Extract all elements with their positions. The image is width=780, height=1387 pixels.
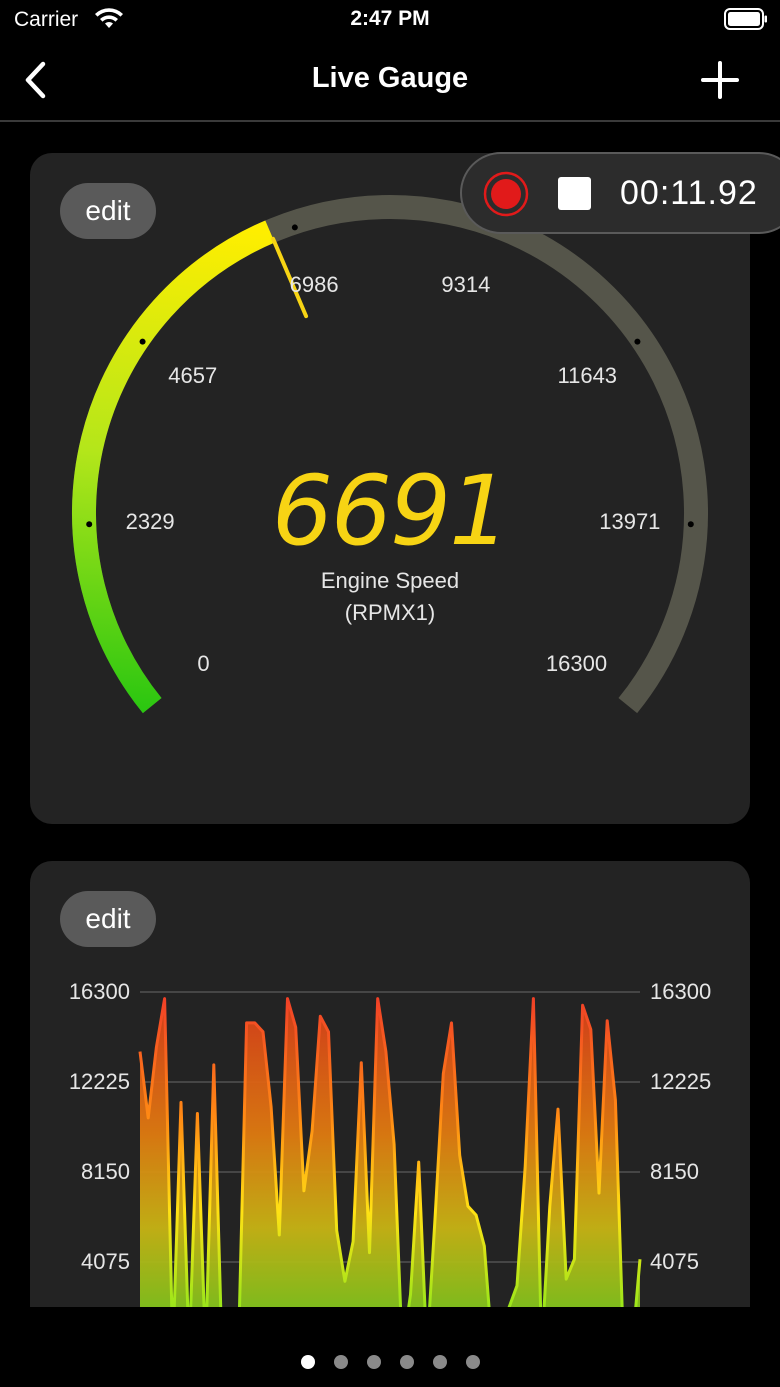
gauge-tick-label: 11643 <box>557 363 618 389</box>
recording-control: 00:11.92 <box>460 152 780 234</box>
gauge-tick-label: 4657 <box>168 363 218 389</box>
graph-card: edit 16300 12225 8150 4075 16300 12225 8… <box>30 861 750 1307</box>
history-chart <box>138 991 642 1307</box>
record-button[interactable] <box>483 171 529 217</box>
status-bar: Carrier 2:47 PM <box>0 0 780 40</box>
y-axis-left-label: 4075 <box>81 1249 130 1274</box>
add-button[interactable] <box>700 60 740 100</box>
stop-button[interactable] <box>558 177 591 210</box>
y-axis-right-label: 4075 <box>650 1249 699 1274</box>
page-dot[interactable] <box>366 1355 381 1369</box>
nav-bar: Live Gauge <box>0 46 780 122</box>
y-axis-left-label: 8150 <box>81 1159 130 1184</box>
gauge-parameter-name: Engine Speed <box>320 568 460 593</box>
recording-timer: 00:11.92 <box>620 174 758 212</box>
y-axis-right-label: 16300 <box>650 979 712 1004</box>
page-dot[interactable] <box>399 1355 414 1369</box>
page-dot[interactable] <box>465 1355 480 1369</box>
gauge-tick-label: 6986 <box>289 272 339 298</box>
gauge-unit: (RPMX1) <box>344 600 436 625</box>
gauge-card: edit 0 2329 4657 6986 9314 11643 13971 1… <box>30 153 750 824</box>
page-dot[interactable] <box>300 1355 315 1369</box>
gauge-tick-label: 0 <box>197 651 210 677</box>
y-axis-right-label: 12225 <box>650 1069 712 1094</box>
battery-icon <box>724 8 767 30</box>
gauge-tick-mark <box>634 338 641 345</box>
clock: 2:47 PM <box>350 7 430 30</box>
y-axis-right-label: 8150 <box>650 1159 699 1184</box>
page-title: Live Gauge <box>311 62 469 94</box>
y-axis-left-label: 16300 <box>68 979 130 1004</box>
gauge-tick-label: 16300 <box>545 651 608 677</box>
gauge-value: 6691 <box>271 455 510 567</box>
page-dot[interactable] <box>333 1355 348 1369</box>
y-axis-left-label: 12225 <box>68 1069 130 1094</box>
gauge-tick-mark <box>291 224 298 231</box>
gauge-tick-label: 9314 <box>441 272 491 298</box>
page-indicator <box>0 1355 780 1369</box>
page-dot[interactable] <box>432 1355 447 1369</box>
gauge-tick-mark <box>139 338 146 345</box>
edit-gauge-button[interactable]: edit <box>60 183 156 239</box>
